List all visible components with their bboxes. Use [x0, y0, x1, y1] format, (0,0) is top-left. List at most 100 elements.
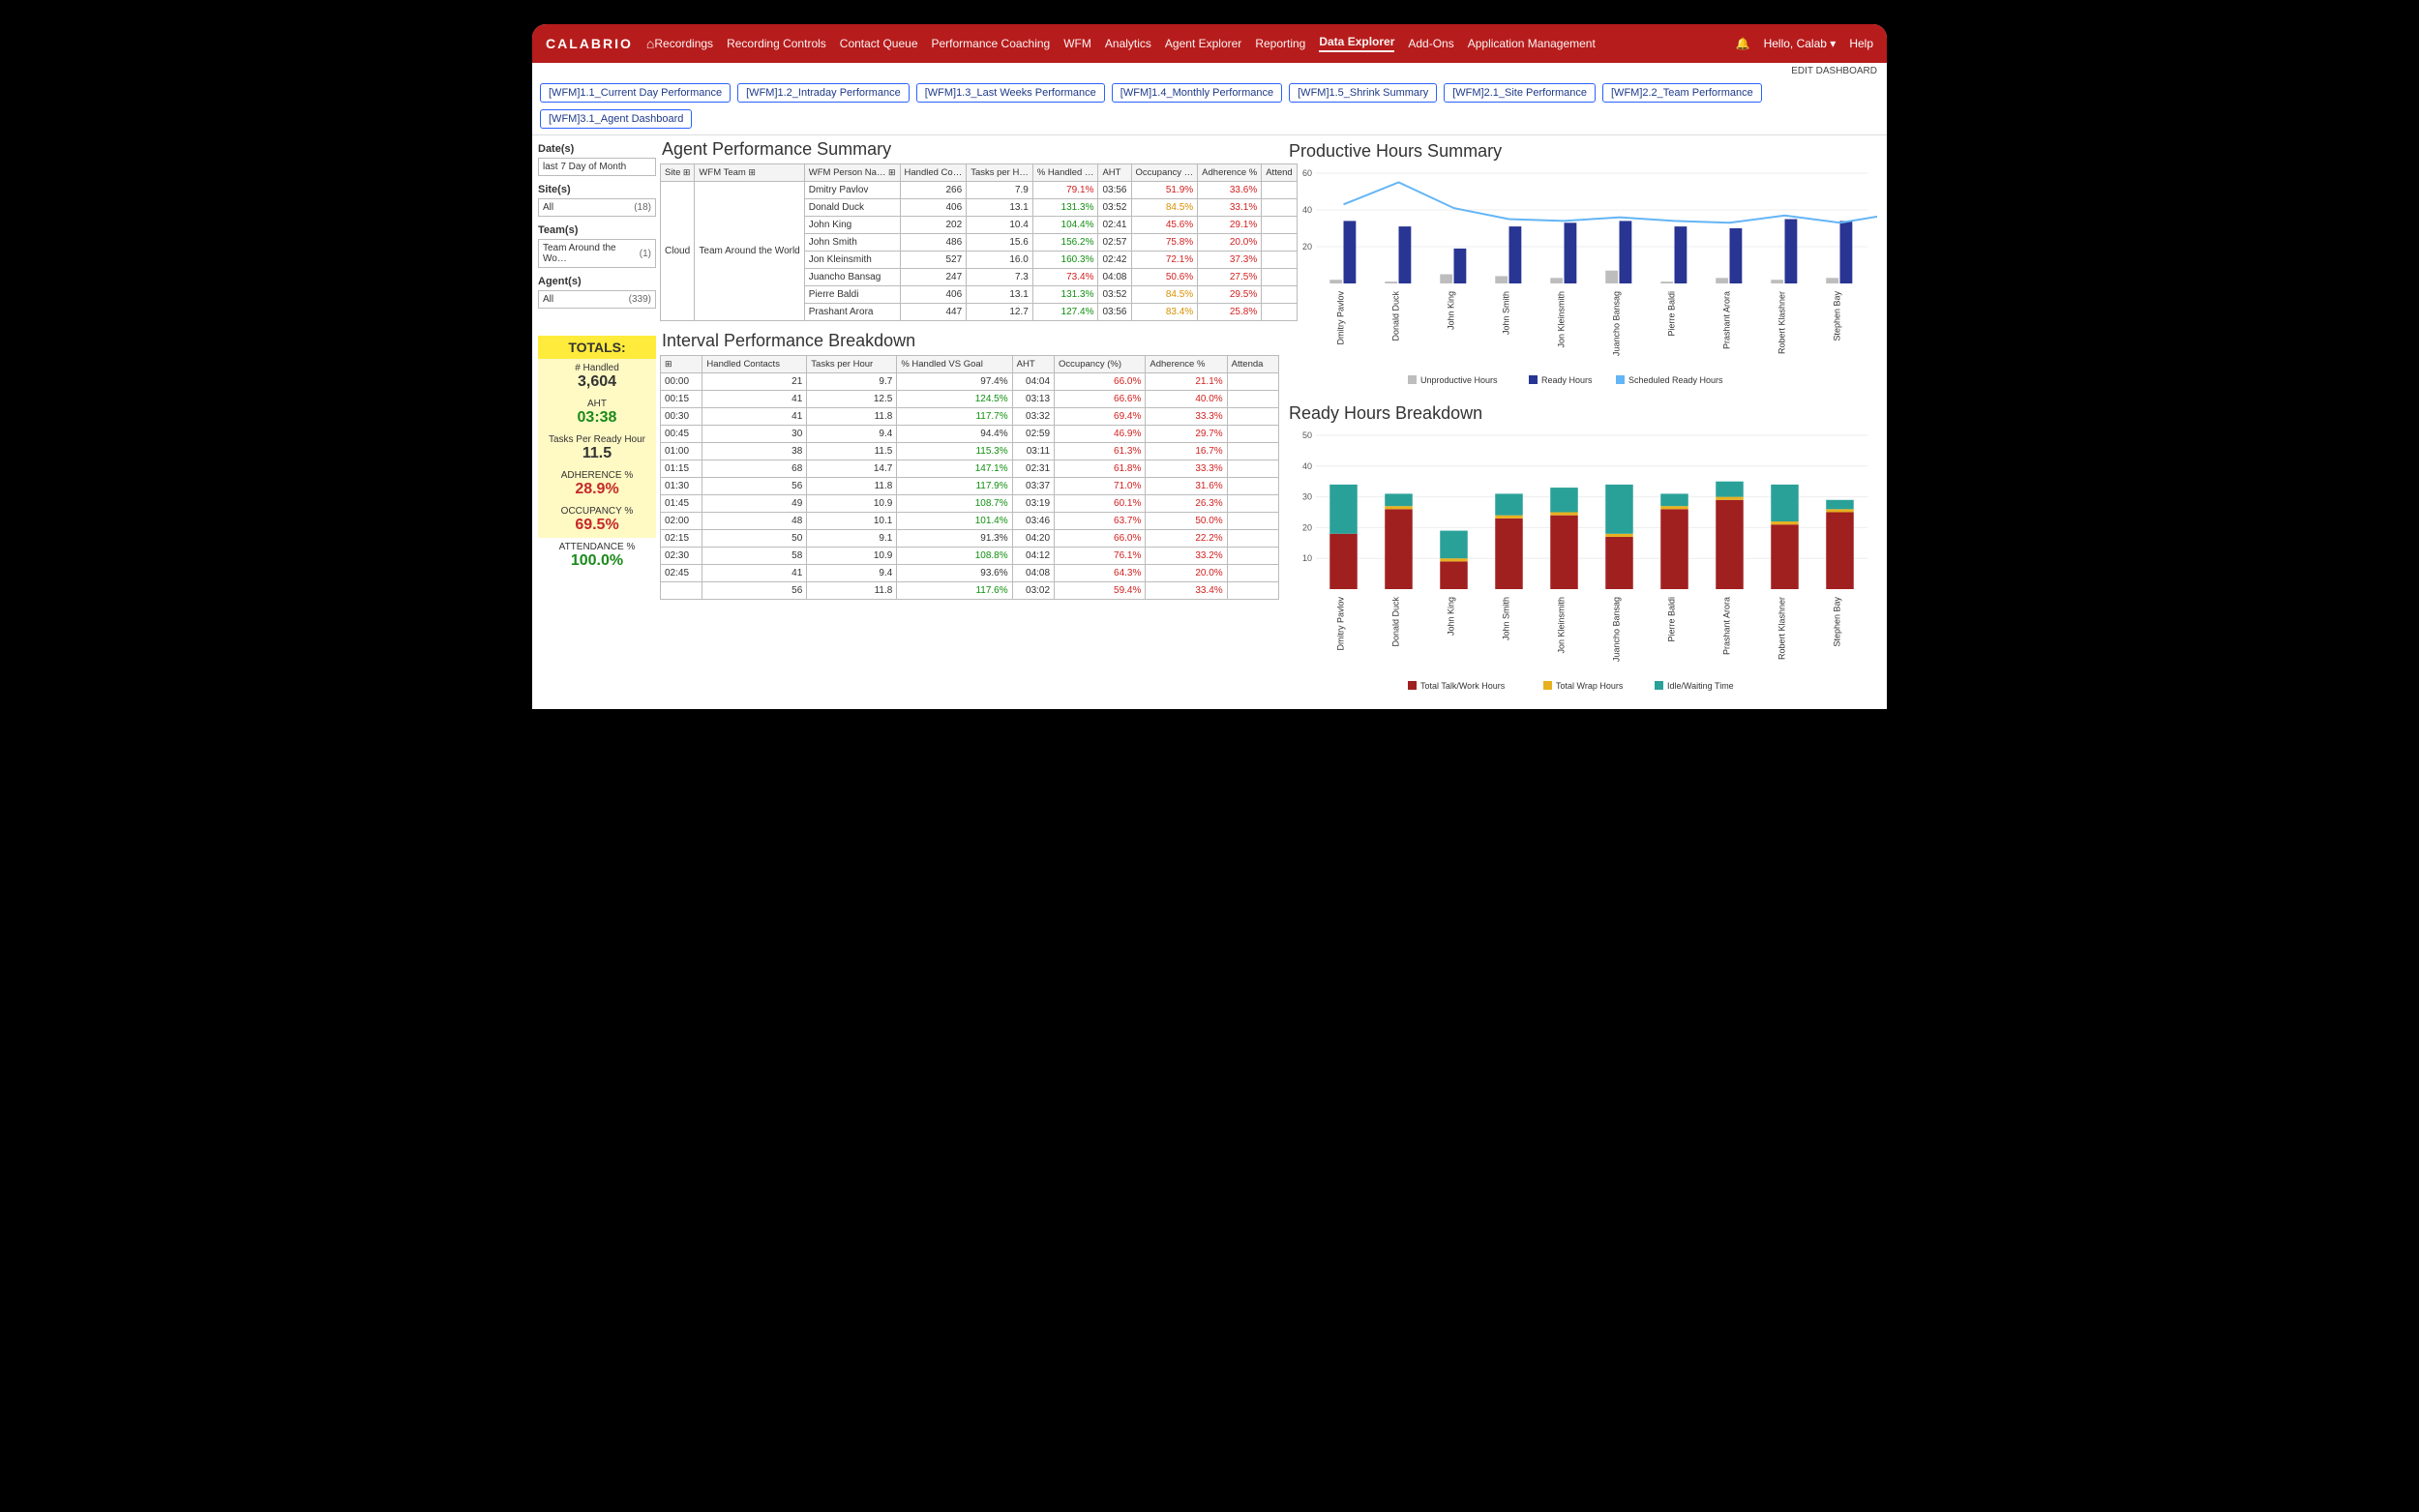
- charts-column: Productive Hours Summary 20 40 60 Dmitry Pa…: [1283, 135, 1883, 703]
- filter-agents[interactable]: All(339): [538, 290, 656, 309]
- svg-text:Prashant Arora: Prashant Arora: [1722, 291, 1732, 349]
- svg-text:Jon Kleinsmith: Jon Kleinsmith: [1557, 291, 1567, 348]
- table-row[interactable]: 01:305611.8117.9%03:3771.0%31.6%: [661, 478, 1279, 495]
- svg-text:John Smith: John Smith: [1502, 597, 1511, 640]
- svg-text:Total Talk/Work Hours: Total Talk/Work Hours: [1420, 681, 1506, 691]
- nav-contact-queue[interactable]: Contact Queue: [840, 37, 918, 50]
- table-row[interactable]: 02:15509.191.3%04:2066.0%22.2%: [661, 530, 1279, 548]
- table-row[interactable]: 01:454910.9108.7%03:1960.1%26.3%: [661, 495, 1279, 513]
- nav-application-management[interactable]: Application Management: [1468, 37, 1596, 50]
- center-column: Agent Performance Summary SiteWFM TeamWF…: [660, 135, 1279, 703]
- dashboard-tab[interactable]: [WFM]2.2_Team Performance: [1602, 83, 1762, 103]
- table-row[interactable]: 02:004810.1101.4%03:4663.7%50.0%: [661, 513, 1279, 530]
- nav-add-ons[interactable]: Add-Ons: [1408, 37, 1453, 50]
- totals-row: Tasks Per Ready Hour11.5: [538, 430, 656, 466]
- svg-text:10: 10: [1302, 553, 1312, 563]
- filter-teams-label: Team(s): [538, 224, 656, 236]
- table-row[interactable]: 5611.8117.6%03:0259.4%33.4%: [661, 582, 1279, 600]
- brand-logo: CALABRIO: [546, 36, 633, 51]
- chart2-title: Ready Hours Breakdown: [1289, 403, 1879, 424]
- svg-text:John King: John King: [1447, 597, 1456, 636]
- svg-text:Unproductive Hours: Unproductive Hours: [1420, 375, 1498, 385]
- table-row[interactable]: CloudTeam Around the WorldDmitry Pavlov2…: [661, 182, 1298, 199]
- svg-text:Stephen Bay: Stephen Bay: [1833, 291, 1842, 341]
- agent-summary-title: Agent Performance Summary: [662, 139, 1279, 160]
- main-nav: Recordings Recording Controls Contact Queu…: [654, 35, 1595, 52]
- totals-panel: TOTALS: # Handled3,604AHT03:38Tasks Per …: [538, 336, 656, 574]
- home-icon[interactable]: [646, 36, 654, 51]
- svg-text:Pierre Baldi: Pierre Baldi: [1667, 597, 1677, 642]
- user-menu[interactable]: Hello, Calab: [1764, 37, 1837, 50]
- svg-text:50: 50: [1302, 430, 1312, 440]
- svg-text:30: 30: [1302, 492, 1312, 502]
- nav-recording-controls[interactable]: Recording Controls: [727, 37, 826, 50]
- table-row[interactable]: 00:00219.797.4%04:0466.0%21.1%: [661, 373, 1279, 391]
- svg-text:60: 60: [1302, 168, 1312, 178]
- dashboard-tabs: [WFM]1.1_Current Day Performance [WFM]1.2…: [532, 79, 1887, 135]
- dashboard-tab[interactable]: [WFM]1.4_Monthly Performance: [1112, 83, 1282, 103]
- nav-performance-coaching[interactable]: Performance Coaching: [932, 37, 1051, 50]
- table-row[interactable]: 01:003811.5115.3%03:1161.3%16.7%: [661, 443, 1279, 460]
- table-row[interactable]: 00:45309.494.4%02:5946.9%29.7%: [661, 426, 1279, 443]
- nav-wfm[interactable]: WFM: [1063, 37, 1091, 50]
- svg-text:Juancho Bansag: Juancho Bansag: [1612, 291, 1622, 356]
- table-row[interactable]: 02:305810.9108.8%04:1276.1%33.2%: [661, 548, 1279, 565]
- table-row[interactable]: 00:304111.8117.7%03:3269.4%33.3%: [661, 408, 1279, 426]
- table-row[interactable]: 00:154112.5124.5%03:1366.6%40.0%: [661, 391, 1279, 408]
- totals-row: ADHERENCE %28.9%: [538, 466, 656, 502]
- ready-hours-chart[interactable]: 1020304050Dmitry PavlovDonald DuckJohn K…: [1287, 428, 1877, 698]
- filter-panel: Date(s) last 7 Day of Month Site(s) All(…: [538, 135, 656, 703]
- filter-agents-label: Agent(s): [538, 276, 656, 287]
- svg-text:Scheduled Ready Hours: Scheduled Ready Hours: [1628, 375, 1723, 385]
- svg-text:Ready Hours: Ready Hours: [1541, 375, 1593, 385]
- table-row[interactable]: 01:156814.7147.1%02:3161.8%33.3%: [661, 460, 1279, 478]
- svg-text:Stephen Bay: Stephen Bay: [1833, 597, 1842, 647]
- totals-header: TOTALS:: [538, 336, 656, 359]
- totals-row: # Handled3,604: [538, 359, 656, 395]
- svg-text:Donald Duck: Donald Duck: [1391, 597, 1401, 647]
- filter-dates[interactable]: last 7 Day of Month: [538, 158, 656, 176]
- interval-table[interactable]: Handled ContactsTasks per Hour% Handled …: [660, 355, 1279, 600]
- totals-row: AHT03:38: [538, 395, 656, 430]
- agent-summary-table[interactable]: SiteWFM TeamWFM Person Na…Handled Co…Tas…: [660, 163, 1298, 321]
- svg-text:John Smith: John Smith: [1502, 291, 1511, 335]
- svg-text:Idle/Waiting Time: Idle/Waiting Time: [1667, 681, 1734, 691]
- productive-hours-chart[interactable]: 20 40 60 Dmitry Pavlov Donald Duck John King J…: [1287, 165, 1877, 393]
- dashboard-tab[interactable]: [WFM]1.3_Last Weeks Performance: [916, 83, 1105, 103]
- svg-text:Robert Klashner: Robert Klashner: [1777, 597, 1787, 660]
- nav-data-explorer[interactable]: Data Explorer: [1319, 35, 1394, 52]
- svg-text:40: 40: [1302, 461, 1312, 471]
- svg-text:20: 20: [1302, 242, 1312, 252]
- svg-text:Dmitry Pavlov: Dmitry Pavlov: [1336, 291, 1346, 345]
- topbar: CALABRIO Recordings Recording Controls Con…: [532, 24, 1887, 63]
- dashboard-tab[interactable]: [WFM]1.1_Current Day Performance: [540, 83, 731, 103]
- nav-recordings[interactable]: Recordings: [654, 37, 713, 50]
- svg-text:Dmitry Pavlov: Dmitry Pavlov: [1336, 597, 1346, 651]
- interval-title: Interval Performance Breakdown: [662, 331, 1279, 351]
- dashboard-tab[interactable]: [WFM]2.1_Site Performance: [1444, 83, 1596, 103]
- svg-text:Pierre Baldi: Pierre Baldi: [1667, 291, 1677, 337]
- nav-reporting[interactable]: Reporting: [1255, 37, 1305, 50]
- dashboard-tab[interactable]: [WFM]1.2_Intraday Performance: [737, 83, 910, 103]
- nav-analytics[interactable]: Analytics: [1105, 37, 1151, 50]
- svg-text:Robert Klashner: Robert Klashner: [1777, 291, 1787, 354]
- help-link[interactable]: Help: [1849, 37, 1873, 50]
- totals-row: OCCUPANCY %69.5%: [538, 502, 656, 538]
- svg-text:Jon Kleinsmith: Jon Kleinsmith: [1557, 597, 1567, 654]
- svg-text:Donald Duck: Donald Duck: [1391, 291, 1401, 341]
- filter-sites-label: Site(s): [538, 184, 656, 195]
- nav-agent-explorer[interactable]: Agent Explorer: [1165, 37, 1241, 50]
- svg-text:Prashant Arora: Prashant Arora: [1722, 597, 1732, 655]
- filter-dates-label: Date(s): [538, 143, 656, 155]
- svg-text:40: 40: [1302, 205, 1312, 215]
- dashboard-tab[interactable]: [WFM]1.5_Shrink Summary: [1289, 83, 1437, 103]
- filter-teams[interactable]: Team Around the Wo…(1): [538, 239, 656, 268]
- svg-text:John King: John King: [1447, 291, 1456, 330]
- table-row[interactable]: 02:45419.493.6%04:0864.3%20.0%: [661, 565, 1279, 582]
- svg-text:Juancho Bansag: Juancho Bansag: [1612, 597, 1622, 662]
- dashboard-tab[interactable]: [WFM]3.1_Agent Dashboard: [540, 109, 692, 129]
- edit-dashboard-link[interactable]: EDIT DASHBOARD: [1791, 66, 1877, 76]
- filter-sites[interactable]: All(18): [538, 198, 656, 217]
- chart1-title: Productive Hours Summary: [1289, 141, 1879, 162]
- notifications-icon[interactable]: [1736, 37, 1750, 50]
